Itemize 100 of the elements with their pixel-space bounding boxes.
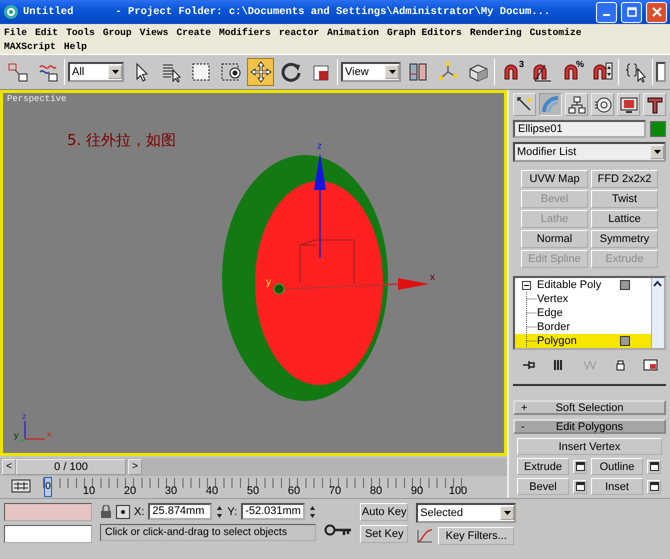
viewport-label[interactable]: Perspective [7,94,66,104]
dropdown[interactable]: All [68,62,124,82]
menu-item[interactable]: Views [140,27,168,38]
object-color-swatch[interactable] [650,121,666,137]
menu-item[interactable]: Rendering [470,27,522,38]
dropdown-arrow-button[interactable] [385,65,399,79]
modifier-button[interactable]: FFD 2x2x2 [591,170,658,188]
text-field[interactable] [656,62,666,82]
settings-button[interactable] [573,460,587,474]
modifier-button[interactable]: Twist [591,190,658,208]
scroll-up-icon[interactable] [652,279,663,290]
settings-icon[interactable] [650,482,658,491]
key-filters-button[interactable]: Key Filters... [438,527,514,545]
edit-polygons-button[interactable]: Outline [591,458,643,475]
caret-icon[interactable] [112,70,118,74]
sub-object-item[interactable]: Border [515,320,651,334]
menu-item[interactable]: MAXScript [4,41,56,52]
settings-button[interactable] [573,480,587,494]
caret-icon[interactable] [504,511,511,515]
previous-frame-button[interactable]: < [2,459,16,475]
configure-sets-icon[interactable] [643,358,658,372]
menu-item[interactable]: Modifiers [219,27,271,38]
stack-box-icon[interactable] [620,280,630,290]
settings-icon[interactable] [576,462,584,471]
edit-polygons-button[interactable]: Extrude [517,458,569,475]
settings-button[interactable] [647,460,661,474]
menu-item[interactable]: Animation [327,27,379,38]
sub-object-item[interactable]: Vertex [515,292,651,306]
menu-item[interactable]: Tools [66,27,95,38]
time-slider-thumb[interactable]: 0 / 100 [16,459,126,475]
menu-item[interactable]: reactor [278,27,320,38]
snap-magnet-button[interactable]: 3 [498,58,525,86]
spinner-arrows-icon[interactable] [216,504,224,518]
menu-item[interactable]: Graph Editors [386,27,462,38]
transform-type-in-icon[interactable] [116,504,130,518]
pin-stack-icon[interactable] [520,358,536,372]
caret-icon[interactable] [388,70,396,74]
set-key-button[interactable]: Set Key [360,525,408,543]
caret-icon[interactable] [654,150,660,154]
modifier-button[interactable]: Symmetry [591,230,658,248]
auto-key-button[interactable]: Auto Key [360,503,408,521]
edit-polygons-button[interactable]: Bevel [517,478,569,495]
timeline-ruler[interactable] [43,478,463,488]
spinner-arrows-icon[interactable] [309,504,316,518]
dropdown[interactable]: View [341,62,401,82]
object-name-field[interactable]: Ellipse01 [513,120,646,138]
minimize-button[interactable] [596,2,617,22]
dropdown-arrow-button[interactable] [500,506,514,520]
time-slider-track[interactable]: < 0 / 100 > [0,458,507,476]
perspective-viewport[interactable]: Perspective 5. 往外拉，如图 z y x z y x [0,90,507,456]
sub-object-item[interactable]: Polygon [515,334,651,348]
x-coordinate-field[interactable]: 25.874mm [148,503,212,520]
axis-tripod-drawing [20,421,45,442]
modifier-list-dropdown[interactable]: Modifier List [513,142,666,162]
modifier-button[interactable]: UVW Map [521,170,588,188]
scrollbar[interactable] [651,278,664,348]
menu-item[interactable]: Create [176,27,211,38]
z-axis-arrow[interactable] [314,153,326,258]
current-frame-marker[interactable]: 0 [44,477,52,497]
frame-number: 50 [246,485,260,497]
edit-polygons-button[interactable]: Inset [591,478,643,495]
key-mode-dropdown[interactable]: Selected [416,503,516,523]
dropdown-arrow-button[interactable] [650,145,664,159]
tripod-axis-label: x [47,429,52,439]
gizmo-axis-label: y [266,277,271,288]
project-folder-path: - Project Folder: c:\Documents and Settings\Administrator\My Docum... [115,6,550,18]
frame-number: 70 [328,485,342,497]
menu-item[interactable]: Customize [530,27,582,38]
settings-icon[interactable] [576,482,584,491]
next-frame-button[interactable]: > [128,459,142,475]
menu-item[interactable]: Group [102,27,132,38]
settings-icon[interactable] [650,462,658,471]
rollout-header[interactable]: + Soft Selection [513,400,666,415]
close-button[interactable] [646,2,667,22]
track-view-icon[interactable] [11,479,31,493]
menu-item[interactable]: Edit [35,27,58,38]
listener-field[interactable] [4,503,92,521]
x-coordinate-label: X: [134,506,144,518]
rollout-header[interactable]: - Edit Polygons [513,419,666,434]
dropdown-arrow-button[interactable] [108,65,122,79]
maximize-icon[interactable] [626,7,636,17]
modifier-stack-list[interactable]: Editable Poly Vertex Edge Border Polygon [513,276,666,350]
key-icon[interactable] [324,523,352,537]
settings-button[interactable] [647,480,661,494]
stack-box-icon[interactable] [620,336,630,346]
modifier-button[interactable]: Normal [521,230,588,248]
stack-item[interactable]: Editable Poly [515,278,651,292]
curve-editor-icon[interactable] [416,528,434,544]
close-icon[interactable] [652,7,662,17]
sub-object-item[interactable]: Edge [515,306,651,320]
maximize-button[interactable] [621,2,642,22]
menu-item[interactable]: Help [64,41,87,52]
listener-output-field[interactable] [4,525,92,543]
expand-toggle-icon[interactable] [522,281,531,290]
modifier-button[interactable]: Lattice [591,210,658,228]
edit-polygons-button[interactable]: Insert Vertex [517,438,662,455]
menu-item[interactable]: File [4,27,28,38]
y-coordinate-field[interactable]: -52.031mm [241,503,306,520]
percent-snap-button[interactable]: % [558,58,585,86]
lock-icon[interactable] [100,504,112,518]
